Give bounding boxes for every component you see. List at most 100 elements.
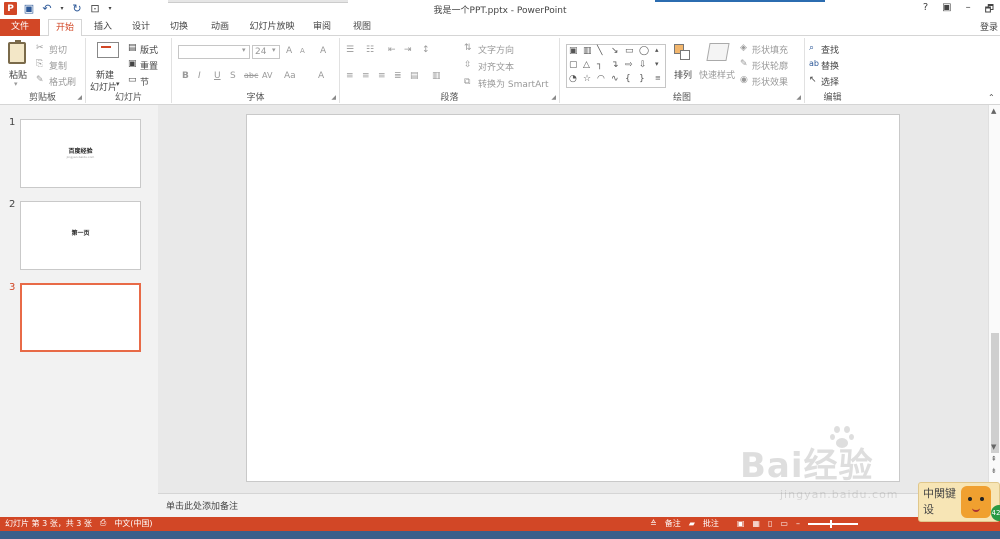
distributed-icon[interactable]: ▤ [410,71,419,81]
font-name-dropdown-icon[interactable]: ▾ [242,46,246,54]
vertical-scrollbar[interactable]: ▲ ▼ ⇞ ⇟ [988,105,1000,517]
triangle-shape-icon[interactable]: △ [583,60,590,70]
cut-icon[interactable]: ✂ [36,43,44,53]
select-button[interactable]: 选择 [821,75,839,88]
section-button[interactable]: 节 [140,75,149,88]
tab-review[interactable]: 审阅 [305,19,339,36]
align-right-icon[interactable]: ≡ [378,71,386,81]
paste-icon[interactable] [8,40,26,64]
copy-icon[interactable]: ⎘ [36,59,43,69]
gallery-up-icon[interactable]: ▴ [655,46,659,54]
numbering-icon[interactable]: ☷ [366,45,374,55]
text-direction-icon[interactable]: ⇅ [464,43,472,53]
find-button[interactable]: 查找 [821,43,839,56]
minimize-icon[interactable]: – [966,2,971,19]
gallery-down-icon[interactable]: ▾ [655,60,659,68]
spelling-check-icon[interactable]: ⎙ [100,518,106,529]
sign-in-link[interactable]: 登录 [980,20,998,33]
help-icon[interactable]: ? [923,2,928,19]
vertical-textbox-shape-icon[interactable]: ▥ [583,46,592,56]
reset-icon[interactable]: ▣ [128,59,137,69]
decrease-indent-icon[interactable]: ⇤ [388,45,396,55]
arrange-icon[interactable] [674,44,690,60]
columns-icon[interactable]: ▥ [432,71,441,81]
layout-button[interactable]: 版式 [140,43,158,56]
arrow-line-shape-icon[interactable]: ↘ [611,46,619,56]
textbox-shape-icon[interactable]: ▣ [569,46,578,56]
elbow-arrow-shape-icon[interactable]: ↴ [611,60,619,70]
arc-shape-icon[interactable]: ◠ [597,74,605,84]
shape-outline-icon[interactable]: ✎ [740,59,748,69]
convert-smartart-icon[interactable]: ⧉ [464,77,470,87]
bullets-icon[interactable]: ☰ [346,45,354,55]
star-shape-icon[interactable]: ☆ [583,74,591,84]
font-size-dropdown-icon[interactable]: ▾ [272,46,276,54]
slide-canvas[interactable] [246,114,900,482]
clipboard-launcher-icon[interactable]: ◢ [77,94,82,101]
shrink-font-icon[interactable]: A [300,47,305,55]
convert-smartart-button[interactable]: 转换为 SmartArt [478,77,548,90]
next-slide-icon[interactable]: ⇟ [991,467,997,475]
tab-file[interactable]: 文件 [0,19,40,36]
text-direction-button[interactable]: 文字方向 [478,43,514,56]
justify-icon[interactable]: ≣ [394,71,402,81]
notes-toggle-button[interactable]: 备注 [665,518,681,529]
align-left-icon[interactable]: ≡ [346,71,354,81]
collapse-ribbon-icon[interactable]: ⌃ [988,93,995,102]
strikethrough-button[interactable]: abc [244,71,258,80]
slide-thumbnail-1[interactable]: 百度经验 jingyan.baidu.com [20,119,141,188]
oval-shape-icon[interactable]: ◯ [639,46,649,56]
font-name-field[interactable] [178,45,250,59]
bold-button[interactable]: B [182,71,189,81]
previous-slide-icon[interactable]: ⇞ [991,455,997,463]
promo-badge[interactable]: 中関键设 42 [918,482,1000,522]
right-arrow-shape-icon[interactable]: ⇨ [625,60,633,70]
font-launcher-icon[interactable]: ◢ [331,94,336,101]
change-case-button[interactable]: Aa [284,71,296,81]
line-shape-icon[interactable]: ╲ [597,46,602,56]
align-text-icon[interactable]: ⇳ [464,60,472,70]
slide-thumbnail-3[interactable] [20,283,141,352]
quick-styles-button[interactable]: 快速样式 [699,68,735,81]
format-painter-button[interactable]: 格式刷 [49,75,76,88]
language-status[interactable]: 中文(中国) [114,518,152,529]
underline-button[interactable]: U [214,71,221,81]
curve-shape-icon[interactable]: ∿ [611,74,619,84]
notes-toggle-icon[interactable]: ≙ [650,519,657,528]
tab-animations[interactable]: 动画 [200,19,240,36]
align-center-icon[interactable]: ≡ [362,71,370,81]
tab-view[interactable]: 视图 [345,19,379,36]
paragraph-launcher-icon[interactable]: ◢ [551,94,556,101]
rounded-rect-shape-icon[interactable]: ▢ [569,60,578,70]
comments-button[interactable]: 批注 [703,518,719,529]
tab-insert[interactable]: 插入 [86,19,120,36]
new-slide-icon[interactable] [97,42,119,58]
scroll-up-icon[interactable]: ▲ [991,107,996,115]
gallery-more-icon[interactable]: ≡ [655,74,661,82]
zoom-out-icon[interactable]: – [796,519,800,528]
reset-button[interactable]: 重置 [140,59,158,72]
section-icon[interactable]: ▭ [128,75,137,85]
tab-design[interactable]: 设计 [124,19,158,36]
reading-view-icon[interactable]: ▯ [768,519,772,528]
find-icon[interactable]: ⌕ [809,43,814,53]
slideshow-view-icon[interactable]: ▭ [780,519,788,528]
slide-thumbnail-2[interactable]: 第一页 [20,201,141,270]
shape-fill-icon[interactable]: ◈ [740,43,747,53]
character-spacing-button[interactable]: AV [262,71,272,80]
shapes-gallery[interactable]: ▣ ▥ ╲ ↘ ▭ ◯ ▢ △ ┐ ↴ ⇨ ⇩ ◔ ☆ ◠ ∿ { } ▴ ▾ … [566,44,666,88]
notes-pane[interactable]: 单击此处添加备注 [158,493,988,517]
restore-icon[interactable]: 🗗 [985,2,994,19]
italic-button[interactable]: I [198,71,201,81]
rectangle-shape-icon[interactable]: ▭ [625,46,634,56]
format-painter-icon[interactable]: ✎ [36,75,44,85]
slide-sorter-view-icon[interactable]: ▦ [752,519,760,528]
replace-icon[interactable]: ab [809,59,819,68]
scroll-down-icon[interactable]: ▼ [991,443,996,451]
arrange-button[interactable]: 排列 [674,68,692,81]
down-arrow-shape-icon[interactable]: ⇩ [639,60,647,70]
select-icon[interactable]: ↖ [809,75,817,85]
elbow-connector-shape-icon[interactable]: ┐ [597,60,602,70]
paste-button[interactable]: 粘贴 [9,68,27,81]
new-slide-dropdown-icon[interactable]: ▾ [116,80,120,88]
